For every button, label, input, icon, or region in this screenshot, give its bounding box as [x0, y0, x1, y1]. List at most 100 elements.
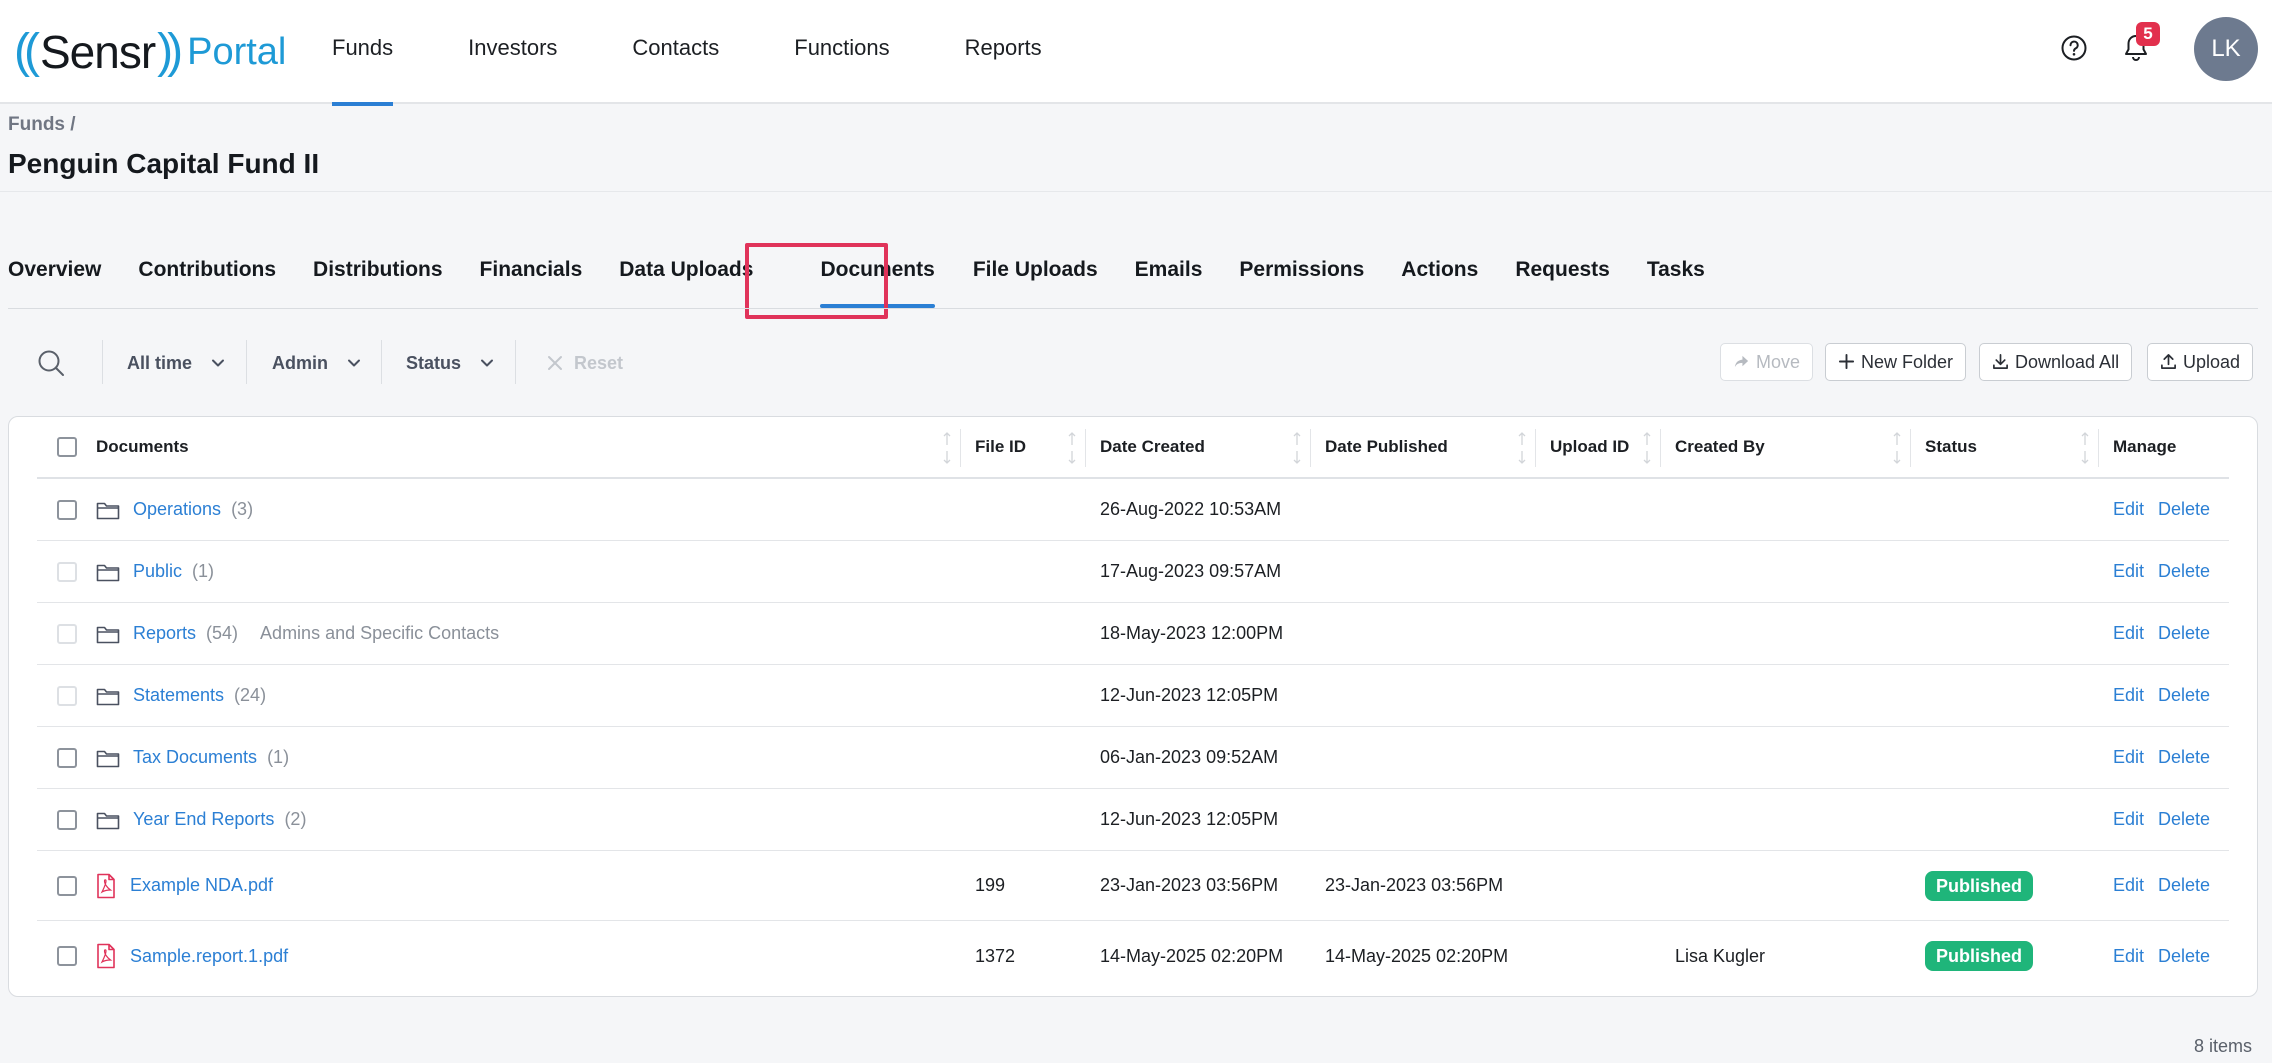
- close-icon: [548, 356, 562, 370]
- tab-emails[interactable]: Emails: [1135, 240, 1203, 308]
- status-filter-label: Status: [406, 353, 462, 373]
- toolbar-separator: [381, 340, 382, 384]
- document-name-link[interactable]: Public: [133, 561, 182, 582]
- delete-link[interactable]: Delete: [2158, 623, 2210, 644]
- column-header-created-by[interactable]: Created By: [1675, 417, 1765, 477]
- table-row[interactable]: Example NDA.pdf 199 23-Jan-2023 03:56PM …: [37, 851, 2229, 921]
- row-checkbox[interactable]: [57, 747, 77, 768]
- nav-reports[interactable]: Reports: [965, 0, 1042, 104]
- column-header-upload-id[interactable]: Upload ID: [1550, 417, 1629, 477]
- upload-button[interactable]: Upload: [2147, 343, 2254, 381]
- toolbar-separator: [102, 340, 103, 384]
- table-row[interactable]: Public (1) 17-Aug-2023 09:57AM Edit Delet…: [37, 541, 2229, 603]
- sort-icon[interactable]: [1517, 431, 1527, 465]
- user-avatar[interactable]: LK: [2194, 17, 2258, 81]
- document-name-link[interactable]: Operations: [133, 499, 221, 520]
- table-row[interactable]: Operations (3) 26-Aug-2022 10:53AM Edit D…: [37, 479, 2229, 541]
- pdf-icon: [97, 943, 115, 969]
- select-all-checkbox[interactable]: [57, 437, 77, 457]
- tab-documents[interactable]: Documents: [820, 240, 936, 308]
- tab-contributions[interactable]: Contributions: [138, 240, 276, 308]
- delete-link[interactable]: Delete: [2158, 499, 2210, 520]
- delete-link[interactable]: Delete: [2158, 875, 2210, 896]
- delete-link[interactable]: Delete: [2158, 809, 2210, 830]
- edit-link[interactable]: Edit: [2113, 747, 2144, 768]
- nav-funds[interactable]: Funds: [332, 0, 394, 106]
- sort-icon[interactable]: [942, 431, 952, 465]
- tab-permissions[interactable]: Permissions: [1239, 240, 1364, 308]
- main-nav: Funds Investors Contacts Functions Repor…: [332, 0, 1117, 106]
- document-name-link[interactable]: Example NDA.pdf: [130, 875, 273, 896]
- table-row[interactable]: Sample.report.1.pdf 1372 14-May-2025 02:…: [37, 921, 2229, 991]
- row-checkbox[interactable]: [57, 875, 77, 896]
- edit-link[interactable]: Edit: [2113, 809, 2144, 830]
- search-icon[interactable]: [36, 348, 66, 378]
- table-row[interactable]: Year End Reports (2) 12-Jun-2023 12:05PM…: [37, 789, 2229, 851]
- table-row[interactable]: Statements (24) 12-Jun-2023 12:05PM Edit…: [37, 665, 2229, 727]
- move-label: Move: [1756, 352, 1801, 372]
- column-header-status[interactable]: Status: [1925, 417, 1977, 477]
- table-row[interactable]: Tax Documents (1) 06-Jan-2023 09:52AM Ed…: [37, 727, 2229, 789]
- tab-file-uploads[interactable]: File Uploads: [973, 240, 1098, 308]
- download-all-button[interactable]: Download All: [1979, 343, 2133, 381]
- sort-icon[interactable]: [1642, 431, 1652, 465]
- row-checkbox[interactable]: [57, 499, 77, 520]
- column-header-documents[interactable]: Documents: [96, 417, 189, 477]
- logo-paren-open: ((: [14, 25, 40, 78]
- tab-actions[interactable]: Actions: [1401, 240, 1478, 308]
- tab-financials[interactable]: Financials: [480, 240, 583, 308]
- manage-cell: Edit Delete: [2113, 603, 2224, 664]
- edit-link[interactable]: Edit: [2113, 561, 2144, 582]
- document-name-link[interactable]: Tax Documents: [133, 747, 257, 768]
- row-checkbox[interactable]: [57, 809, 77, 830]
- edit-link[interactable]: Edit: [2113, 499, 2144, 520]
- item-count: (3): [231, 499, 254, 519]
- sort-icon[interactable]: [1292, 431, 1302, 465]
- column-header-date-created[interactable]: Date Created: [1100, 417, 1205, 477]
- delete-link[interactable]: Delete: [2158, 946, 2210, 967]
- tab-data-uploads[interactable]: Data Uploads: [619, 240, 753, 308]
- sort-icon[interactable]: [2080, 431, 2090, 465]
- nav-investors[interactable]: Investors: [468, 0, 557, 104]
- sensr-portal-logo[interactable]: (( Sensr )) Portal: [14, 22, 286, 82]
- breadcrumb[interactable]: Funds /: [8, 114, 76, 136]
- admin-filter-dropdown[interactable]: Admin: [272, 338, 361, 388]
- row-checkbox[interactable]: [57, 685, 77, 706]
- document-name-link[interactable]: Year End Reports: [133, 809, 274, 830]
- row-checkbox[interactable]: [57, 561, 77, 582]
- nav-contacts[interactable]: Contacts: [632, 0, 719, 104]
- row-checkbox[interactable]: [57, 946, 77, 966]
- document-name-link[interactable]: Sample.report.1.pdf: [130, 946, 288, 967]
- tab-distributions[interactable]: Distributions: [313, 240, 443, 308]
- status-filter-dropdown[interactable]: Status: [406, 338, 494, 388]
- date-published-cell: 14-May-2025 02:20PM: [1325, 945, 1509, 966]
- document-name-link[interactable]: Statements: [133, 685, 224, 706]
- tab-requests[interactable]: Requests: [1515, 240, 1610, 308]
- share-arrow-icon: [1734, 355, 1749, 368]
- time-filter-dropdown[interactable]: All time: [127, 338, 225, 388]
- document-name-link[interactable]: Reports: [133, 623, 196, 644]
- date-created-cell: 18-May-2023 12:00PM: [1100, 623, 1284, 643]
- sort-icon[interactable]: [1067, 431, 1077, 465]
- delete-link[interactable]: Delete: [2158, 747, 2210, 768]
- edit-link[interactable]: Edit: [2113, 946, 2144, 967]
- tab-tasks[interactable]: Tasks: [1647, 240, 1705, 308]
- delete-link[interactable]: Delete: [2158, 685, 2210, 706]
- edit-link[interactable]: Edit: [2113, 685, 2144, 706]
- edit-link[interactable]: Edit: [2113, 623, 2144, 644]
- edit-link[interactable]: Edit: [2113, 875, 2144, 896]
- row-checkbox[interactable]: [57, 623, 77, 644]
- delete-link[interactable]: Delete: [2158, 561, 2210, 582]
- reset-filters-button[interactable]: Reset: [546, 338, 623, 388]
- move-button[interactable]: Move: [1720, 343, 1814, 381]
- table-row[interactable]: Reports (54) Admins and Specific Contact…: [37, 603, 2229, 665]
- tab-overview[interactable]: Overview: [8, 240, 101, 308]
- folder-icon: [96, 688, 120, 705]
- sort-icon[interactable]: [1892, 431, 1902, 465]
- new-folder-button[interactable]: New Folder: [1825, 343, 1967, 381]
- row-checkbox-cell: [57, 479, 77, 540]
- nav-functions[interactable]: Functions: [794, 0, 889, 104]
- column-header-file-id[interactable]: File ID: [975, 417, 1026, 477]
- help-icon[interactable]: [2060, 34, 2088, 62]
- column-header-date-published[interactable]: Date Published: [1325, 417, 1448, 477]
